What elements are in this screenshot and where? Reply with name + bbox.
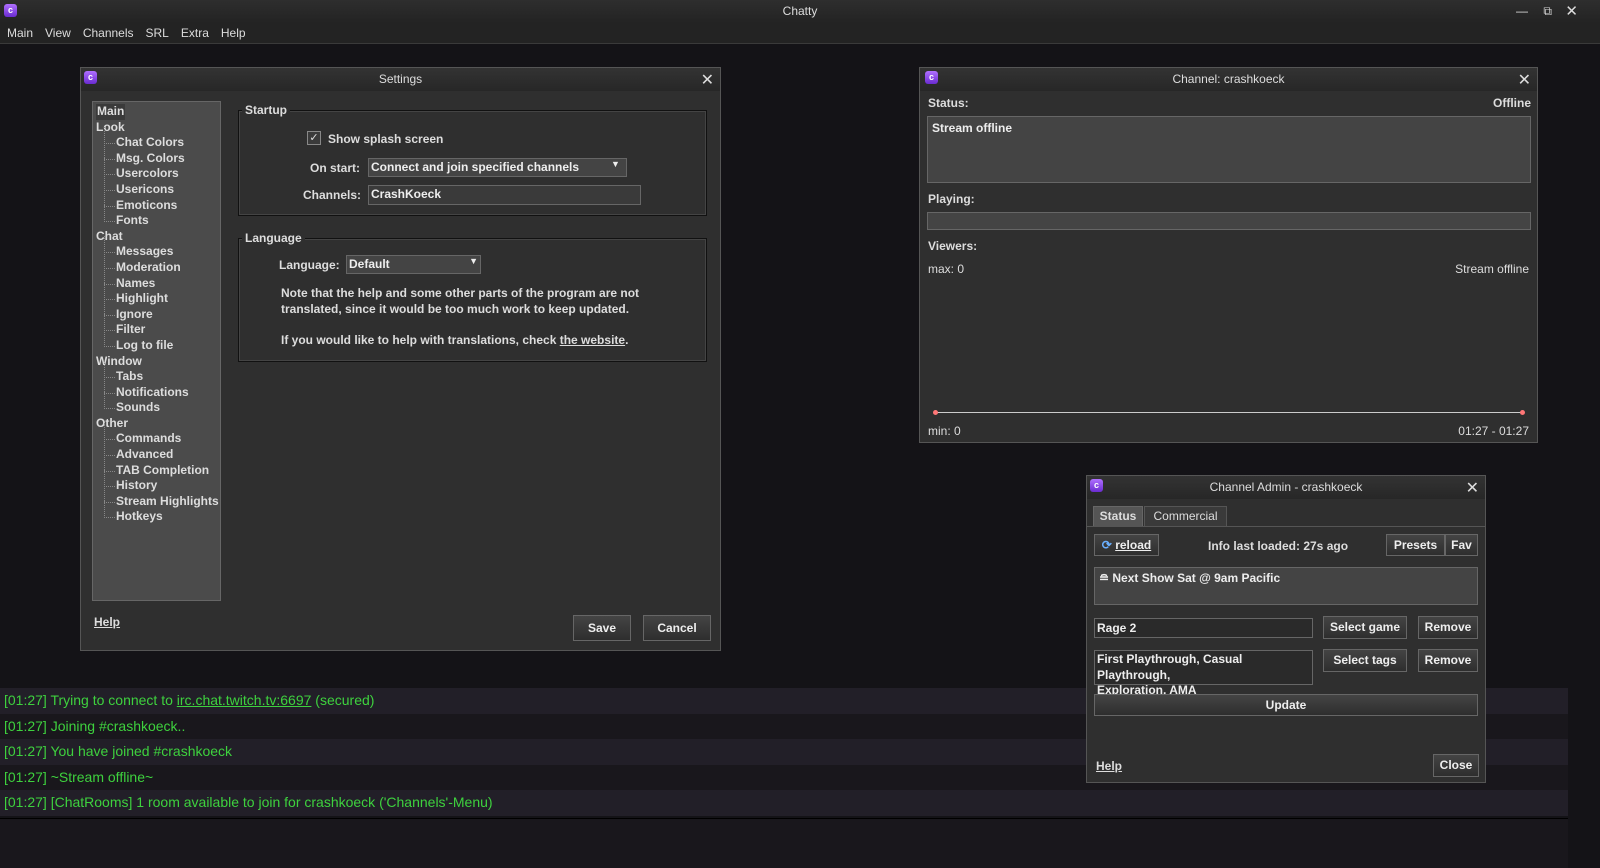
startup-label: Startup xyxy=(242,103,290,117)
menu-bar: Main View Channels SRL Extra Help xyxy=(0,23,1600,44)
save-button[interactable]: Save xyxy=(573,615,631,641)
menu-view[interactable]: View xyxy=(45,23,71,43)
graph-point xyxy=(1520,410,1525,415)
settings-tree[interactable]: Main Look Chat Colors Msg. Colors Usercolors… xyxy=(92,101,221,601)
status-text: Stream offline xyxy=(927,116,1531,183)
info-loaded: Info last loaded: 27s ago xyxy=(1208,539,1349,553)
cancel-button[interactable]: Cancel xyxy=(643,615,711,641)
close-icon[interactable]: ✕ xyxy=(1466,477,1479,500)
graph-point xyxy=(933,410,938,415)
tree-item[interactable]: Fonts xyxy=(96,205,217,229)
remove-game-button[interactable]: Remove xyxy=(1418,616,1478,639)
translation-note: Note that the help and some other parts … xyxy=(281,286,640,347)
on-start-label: On start: xyxy=(310,161,361,175)
tags-input[interactable]: First Playthrough, Casual Playthrough, Ex… xyxy=(1094,650,1313,697)
splash-checkbox[interactable]: ✓ xyxy=(307,131,321,145)
playing-label: Playing: xyxy=(928,192,975,206)
settings-title: Settings xyxy=(378,72,423,86)
close-button[interactable]: Close xyxy=(1433,754,1479,777)
close-app-button[interactable]: ✕ xyxy=(1565,0,1578,23)
splash-label: Show splash screen xyxy=(328,132,444,146)
settings-titlebar: c Settings ✕ xyxy=(81,68,720,91)
website-link[interactable]: the website xyxy=(560,333,625,347)
viewers-label: Viewers: xyxy=(928,239,978,253)
viewer-graph-line xyxy=(936,412,1523,413)
reload-icon: ⟳ xyxy=(1101,538,1112,552)
fav-button[interactable]: Fav xyxy=(1445,534,1478,556)
irc-server-link[interactable]: irc.chat.twitch.tv:6697 xyxy=(177,692,312,708)
select-game-button[interactable]: Select game xyxy=(1323,616,1407,639)
admin-help-link[interactable]: Help xyxy=(1096,759,1122,773)
channel-info-dialog: c Channel: crashkoeck ✕ Status: Offline St… xyxy=(919,67,1538,443)
update-button[interactable]: Update xyxy=(1094,694,1478,716)
app-title: Chatty xyxy=(782,4,818,18)
graph-range: 01:27 - 01:27 xyxy=(1458,424,1529,438)
chatty-logo-icon: c xyxy=(925,71,938,84)
channels-label: Channels: xyxy=(303,188,362,202)
maximize-button[interactable]: ⧉ xyxy=(1543,0,1552,23)
menu-channels[interactable]: Channels xyxy=(83,23,134,43)
chat-input[interactable] xyxy=(0,818,1568,868)
language-field-label: Language: xyxy=(279,258,340,272)
chatty-logo-icon: c xyxy=(84,71,97,84)
chevron-down-icon: ▼ xyxy=(469,256,478,266)
playing-field xyxy=(927,212,1531,230)
status-label: Status: xyxy=(928,96,969,110)
language-group: Language Language: Default ▼ Note that th… xyxy=(238,231,707,362)
help-link[interactable]: Help xyxy=(94,615,120,629)
status-value: Offline xyxy=(1493,96,1531,110)
tree-item[interactable]: Log to file xyxy=(96,330,217,354)
select-tags-button[interactable]: Select tags xyxy=(1323,649,1407,672)
menu-extra[interactable]: Extra xyxy=(181,23,209,43)
viewers-min: min: 0 xyxy=(928,424,961,438)
language-label: Language xyxy=(242,231,305,245)
tree-item[interactable]: Hotkeys xyxy=(96,501,217,525)
tree-item[interactable]: Sounds xyxy=(96,392,217,416)
startup-group: Startup ✓ Show splash screen On start: C… xyxy=(238,103,707,216)
admin-titlebar: c Channel Admin - crashkoeck ✕ xyxy=(1087,476,1485,499)
minimize-button[interactable]: — xyxy=(1516,0,1528,23)
chat-line: [01:27] [ChatRooms] 1 room available to … xyxy=(0,790,1568,816)
chatty-logo-icon: c xyxy=(1090,479,1103,492)
menu-main[interactable]: Main xyxy=(7,23,33,43)
channels-input[interactable]: CrashKoeck xyxy=(368,185,641,205)
remove-tags-button[interactable]: Remove xyxy=(1418,649,1478,672)
scrollbar[interactable] xyxy=(1568,44,1600,868)
presets-button[interactable]: Presets xyxy=(1386,534,1445,556)
language-select[interactable]: Default ▼ xyxy=(346,255,481,274)
chatty-logo-icon: c xyxy=(4,4,17,17)
on-start-select[interactable]: Connect and join specified channels ▼ xyxy=(368,158,627,177)
tab-status[interactable]: Status xyxy=(1093,506,1143,526)
settings-dialog: c Settings ✕ Main Look Chat Colors Msg. Color… xyxy=(80,67,721,651)
chevron-down-icon: ▼ xyxy=(611,159,620,169)
game-input[interactable]: Rage 2 xyxy=(1094,618,1313,638)
menu-srl[interactable]: SRL xyxy=(146,23,169,43)
viewers-max: max: 0 xyxy=(928,262,965,276)
channel-admin-dialog: c Channel Admin - crashkoeck ✕ Status Comm… xyxy=(1086,475,1486,783)
close-icon[interactable]: ✕ xyxy=(701,69,714,92)
status-textarea[interactable]: ≘ Next Show Sat @ 9am Pacific xyxy=(1094,567,1478,605)
tree-item[interactable]: Main xyxy=(96,104,126,120)
menu-help[interactable]: Help xyxy=(221,23,246,43)
app-titlebar: c Chatty — ⧉ ✕ xyxy=(0,0,1600,23)
graph-status: Stream offline xyxy=(1455,262,1529,276)
close-icon[interactable]: ✕ xyxy=(1518,69,1531,92)
tab-commercial[interactable]: Commercial xyxy=(1144,506,1227,526)
channel-titlebar: c Channel: crashkoeck ✕ xyxy=(920,68,1537,91)
reload-button[interactable]: ⟳ reload xyxy=(1094,534,1159,556)
